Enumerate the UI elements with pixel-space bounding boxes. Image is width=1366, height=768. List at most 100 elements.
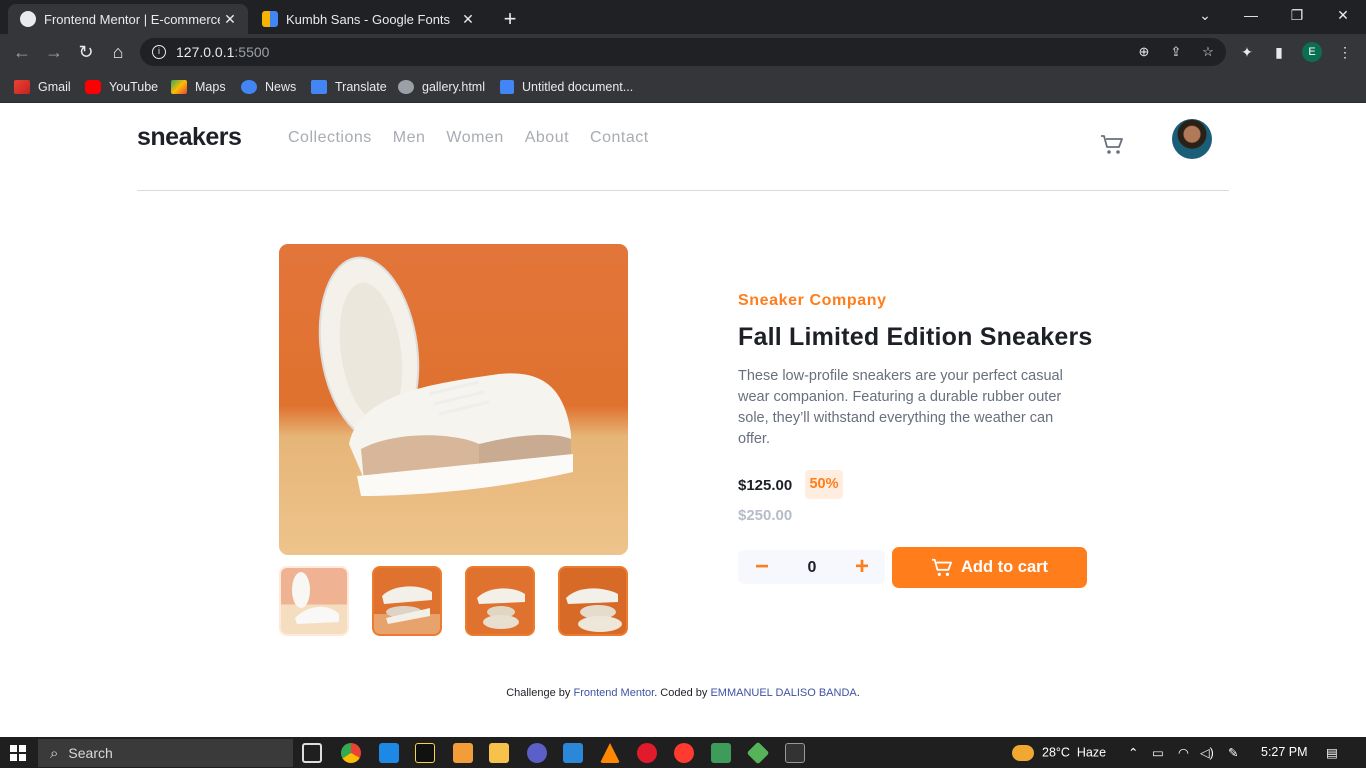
main-nav: Collections Men Women About Contact	[288, 129, 670, 147]
notifications-icon[interactable]: ▤	[1326, 745, 1338, 760]
quantity-value: 0	[807, 559, 817, 576]
quantity-stepper: − 0 +	[738, 550, 885, 584]
bookmark-maps[interactable]: Maps	[171, 77, 226, 97]
thumbnail-2[interactable]	[372, 566, 442, 636]
haze-weather-icon	[1012, 745, 1034, 761]
sublime-icon[interactable]	[453, 743, 473, 763]
current-price: $125.00	[738, 477, 793, 494]
taskbar-search[interactable]: ⌕ Search	[38, 739, 293, 767]
chrome-icon[interactable]	[341, 743, 361, 763]
product-description: These low-profile sneakers are your perf…	[738, 368, 1063, 447]
cart-icon	[931, 558, 952, 576]
bookmark-gmail[interactable]: Gmail	[14, 77, 71, 97]
minimize-button[interactable]: —	[1228, 0, 1274, 30]
author-link[interactable]: EMMANUEL DALISO BANDA	[710, 687, 856, 699]
yandex-icon[interactable]	[674, 743, 694, 763]
bookmarks-bar: Gmail YouTube Maps News Translate galler…	[0, 70, 1366, 103]
close-window-button[interactable]: ✕	[1320, 0, 1366, 30]
volume-icon[interactable]: ◁)	[1200, 745, 1214, 760]
bookmark-translate[interactable]: Translate	[311, 77, 387, 97]
media-player-icon[interactable]	[527, 743, 547, 763]
extensions-icon[interactable]: ✦	[1238, 43, 1256, 61]
close-tab-icon[interactable]: ✕	[220, 11, 240, 28]
pycharm-icon[interactable]	[415, 743, 435, 763]
google-docs-icon	[500, 80, 514, 94]
product-title: Fall Limited Edition Sneakers	[738, 323, 1093, 351]
nav-collections[interactable]: Collections	[288, 129, 372, 147]
site-info-icon[interactable]: i	[152, 45, 166, 59]
decrease-quantity-button[interactable]: −	[748, 553, 776, 581]
bookmark-news[interactable]: News	[241, 77, 296, 97]
vscode-icon[interactable]	[379, 743, 399, 763]
thumbnail-1-image	[292, 572, 339, 624]
tab-search-icon[interactable]: ⌄	[1182, 0, 1228, 30]
opera-icon[interactable]	[637, 743, 657, 763]
bookmark-untitled-document[interactable]: Untitled document...	[500, 77, 633, 97]
zoom-icon[interactable]: ⊕	[1136, 44, 1152, 60]
bookmark-gallery[interactable]: gallery.html	[398, 77, 485, 97]
bookmark-star-icon[interactable]: ☆	[1200, 44, 1216, 60]
tab-frontend-mentor[interactable]: Frontend Mentor | E-commerce p ✕	[8, 4, 248, 34]
add-to-cart-button[interactable]: Add to cart	[892, 547, 1087, 588]
browser-toolbar: ← → ↻ ⌂ i 127.0.0.1:5500 ⊕ ⇪ ☆ ✦ ▮ ⋮	[0, 34, 1366, 70]
battery-icon[interactable]: ▭	[1152, 745, 1164, 760]
nav-about[interactable]: About	[525, 129, 569, 147]
git-icon[interactable]	[746, 741, 770, 765]
globe-icon	[398, 80, 414, 94]
share-icon[interactable]: ⇪	[1168, 44, 1184, 60]
address-bar[interactable]: i 127.0.0.1:5500 ⊕ ⇪ ☆	[140, 38, 1226, 66]
back-icon[interactable]: ←	[10, 40, 34, 64]
product-main-image[interactable]	[279, 244, 628, 555]
home-icon[interactable]: ⌂	[106, 40, 130, 64]
thumbnail-3-image	[477, 588, 525, 629]
bookmark-youtube[interactable]: YouTube	[85, 77, 158, 97]
show-hidden-icons-chevron-icon[interactable]: ⌃	[1128, 745, 1138, 760]
youtube-icon	[85, 80, 101, 94]
forward-icon[interactable]: →	[42, 40, 66, 64]
reload-icon[interactable]: ↻	[74, 40, 98, 64]
close-tab-icon[interactable]: ✕	[458, 11, 478, 28]
wifi-icon[interactable]: ◠	[1178, 745, 1189, 760]
tab-google-fonts[interactable]: Kumbh Sans - Google Fonts ✕	[250, 4, 486, 34]
attribution-footer: Challenge by Frontend Mentor. Coded by E…	[506, 687, 860, 699]
calculator-icon[interactable]	[711, 743, 731, 763]
menu-kebab-icon[interactable]: ⋮	[1336, 43, 1354, 61]
file-explorer-icon[interactable]	[489, 743, 509, 763]
windows-start-icon[interactable]	[10, 745, 26, 761]
thumbnail-row	[279, 566, 628, 636]
user-avatar[interactable]	[1172, 119, 1212, 159]
terminal-icon[interactable]	[785, 743, 805, 763]
side-panel-icon[interactable]: ▮	[1270, 43, 1288, 61]
maps-icon	[171, 80, 187, 94]
product-page: sneakers Collections Men Women About Con…	[0, 103, 1366, 737]
cart-icon[interactable]	[1100, 134, 1124, 156]
thumbnail-3[interactable]	[465, 566, 535, 636]
clock[interactable]: 5:27 PM	[1261, 745, 1308, 759]
restore-button[interactable]: ❐	[1274, 0, 1320, 30]
sneaker-illustration	[318, 256, 573, 496]
gmail-icon	[14, 80, 30, 94]
tab-title: Frontend Mentor | E-commerce p	[44, 11, 220, 27]
frontend-mentor-link[interactable]: Frontend Mentor	[573, 687, 654, 699]
nav-contact[interactable]: Contact	[590, 129, 649, 147]
pen-icon[interactable]: ✎	[1228, 745, 1238, 760]
increase-quantity-button[interactable]: +	[848, 553, 876, 581]
product-company: Sneaker Company	[738, 292, 887, 309]
discount-badge: 50%	[805, 470, 843, 499]
nav-men[interactable]: Men	[393, 129, 426, 147]
thumbnail-4[interactable]	[558, 566, 628, 636]
task-view-icon[interactable]	[302, 743, 322, 763]
vlc-icon[interactable]	[600, 743, 620, 763]
add-to-cart-label: Add to cart	[960, 558, 1049, 576]
thumbnail-2-image	[374, 586, 440, 634]
nav-women[interactable]: Women	[446, 129, 503, 147]
thumbnail-1[interactable]	[279, 566, 349, 636]
new-tab-button[interactable]: +	[498, 6, 522, 32]
site-logo[interactable]: sneakers	[137, 123, 242, 152]
profile-avatar[interactable]: E	[1302, 42, 1322, 62]
header-divider	[137, 190, 1229, 191]
url-text: 127.0.0.1:5500	[176, 44, 270, 60]
weather-widget[interactable]: 28°C Haze	[1012, 745, 1106, 761]
mail-icon[interactable]	[563, 743, 583, 763]
windows-taskbar: ⌕ Search 28°C Haze ⌃ ▭ ◠ ◁) ✎ 5:27 PM ▤	[0, 737, 1366, 768]
